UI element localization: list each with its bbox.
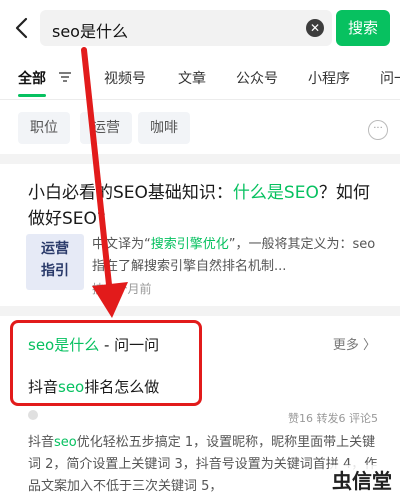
search-query-text: seo是什么 xyxy=(52,22,128,41)
back-arrow-icon[interactable] xyxy=(10,14,36,42)
chip-coffee[interactable]: 咖啡 xyxy=(138,112,190,144)
top-bar: seo是什么 ✕ 搜索 xyxy=(0,0,400,58)
tab-mini-programs[interactable]: 小程序 xyxy=(308,68,350,88)
avatar xyxy=(28,410,38,420)
search-button[interactable]: 搜索 xyxy=(336,10,390,46)
article-result[interactable]: 小白必看的SEO基础知识：什么是SEO？如何做好SEO? 运营 指引 中文译为“… xyxy=(0,164,400,304)
article-meta: 技 3个月前 xyxy=(92,282,152,296)
section-divider xyxy=(0,154,400,164)
annotation-highlight-box xyxy=(10,320,202,406)
search-input[interactable]: seo是什么 ✕ xyxy=(40,10,332,46)
watermark-logo: 虫信堂 xyxy=(330,465,394,494)
article-thumbnail[interactable]: 运营 指引 xyxy=(26,234,84,290)
suggestion-chips: 职位 运营 咖啡 xyxy=(0,102,400,154)
tab-channels[interactable]: 视频号 xyxy=(104,68,146,88)
section-divider xyxy=(0,306,400,316)
tab-all[interactable]: 全部 xyxy=(18,68,46,88)
active-tab-indicator xyxy=(18,94,46,97)
chip-operations[interactable]: 运营 xyxy=(80,112,132,144)
article-snippet: 中文译为“搜索引擎优化”，一般将其定义为：seo指在了解搜索引擎自然排名机制..… xyxy=(92,237,376,274)
more-link[interactable]: 更多 〉 xyxy=(333,334,376,353)
tab-official-accounts[interactable]: 公众号 xyxy=(236,68,278,88)
article-title[interactable]: 小白必看的SEO基础知识：什么是SEO？如何做好SEO? xyxy=(28,180,378,232)
category-tabs: 全部 视频号 文章 公众号 小程序 问一 xyxy=(0,58,400,100)
clear-icon[interactable]: ✕ xyxy=(306,19,324,37)
chip-jobs[interactable]: 职位 xyxy=(18,112,70,144)
qa-stats: 赞16 转发6 评论5 xyxy=(288,412,378,425)
qa-answer-text: 抖音seo优化轻松五步搞定 1，设置昵称，昵称里面带上关键词 2，简介设置上关键… xyxy=(28,435,378,494)
tab-articles[interactable]: 文章 xyxy=(178,68,206,88)
filter-icon[interactable] xyxy=(58,70,72,84)
tab-ask[interactable]: 问一 xyxy=(380,68,400,88)
more-options-icon[interactable]: ··· xyxy=(368,120,388,140)
